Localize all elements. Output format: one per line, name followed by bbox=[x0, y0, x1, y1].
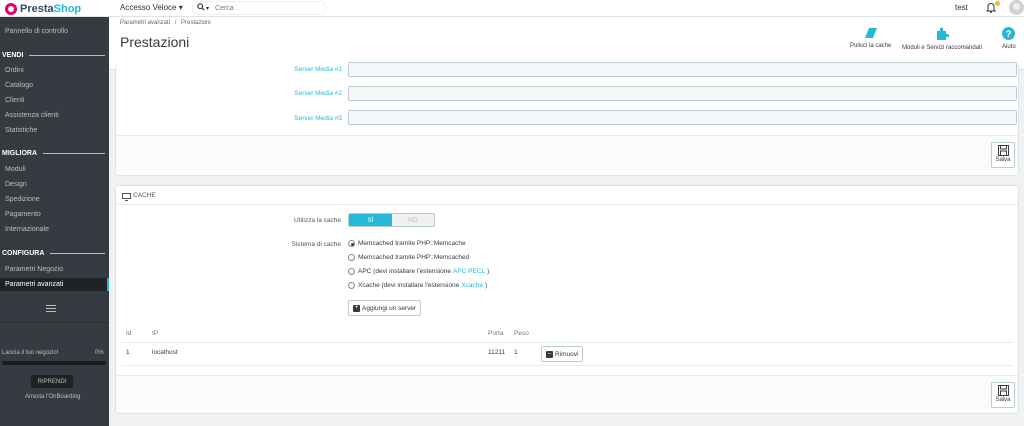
resume-onboarding-button[interactable]: RIPRENDI bbox=[31, 375, 73, 388]
media-server-1-label: Server Media #1 bbox=[294, 66, 342, 73]
media-server-2-input[interactable] bbox=[348, 86, 1017, 101]
add-server-button[interactable]: + Aggiungi un server bbox=[348, 300, 422, 316]
use-cache-label: Utilizza la cache bbox=[294, 217, 341, 224]
sidebar-item-international[interactable]: Internazionale bbox=[5, 226, 49, 233]
sidebar-item-shipping[interactable]: Spedizione bbox=[5, 196, 40, 203]
svg-text:?: ? bbox=[1006, 29, 1012, 39]
sidebar-item-stats[interactable]: Statistiche bbox=[5, 127, 37, 134]
save-icon bbox=[997, 145, 1009, 156]
clear-cache-button[interactable]: Pulisci la cache bbox=[850, 27, 891, 49]
column-header-weight: Peso bbox=[514, 330, 529, 337]
radio-button[interactable] bbox=[348, 282, 355, 289]
switch-on-option[interactable]: SÌ bbox=[349, 214, 392, 226]
puzzle-icon bbox=[937, 27, 950, 40]
sidebar-item-orders[interactable]: Ordini bbox=[5, 67, 24, 74]
help-icon: ? bbox=[1002, 27, 1016, 40]
onboarding-percent: 0% bbox=[95, 350, 104, 356]
radio-button[interactable] bbox=[348, 254, 355, 261]
breadcrumb: Parametri avanzati / Prestazioni bbox=[120, 20, 211, 26]
sidebar-item-shop-parameters[interactable]: Parametri Negozio bbox=[5, 266, 63, 273]
search-input[interactable] bbox=[215, 4, 316, 12]
breadcrumb-separator: / bbox=[174, 20, 177, 26]
avatar[interactable] bbox=[1009, 0, 1024, 15]
sidebar-section-sell: VENDI bbox=[0, 52, 109, 59]
table-cell-id: 1 bbox=[126, 349, 130, 356]
menu-collapse-icon[interactable] bbox=[46, 305, 56, 314]
search-icon[interactable] bbox=[197, 3, 205, 13]
search-box[interactable]: ▾ bbox=[192, 1, 326, 15]
media-server-1-input[interactable] bbox=[348, 62, 1017, 77]
stop-onboarding-link[interactable]: Arresta l'OnBoarding bbox=[25, 394, 81, 400]
sidebar-section-configure: CONFIGURA bbox=[0, 250, 109, 257]
eraser-icon bbox=[864, 28, 877, 38]
sidebar-section-improve: MIGLIORA bbox=[0, 150, 109, 157]
media-server-3-label: Server Media #3 bbox=[294, 115, 342, 122]
cache-option-memcache[interactable]: Memcached tramite PHP::Memcache bbox=[348, 240, 466, 247]
panel-footer: Salva bbox=[116, 135, 1018, 175]
table-cell-ip: localhost bbox=[152, 349, 178, 356]
prestashop-logo-icon bbox=[5, 2, 17, 15]
plus-icon: + bbox=[353, 304, 360, 312]
table-cell-port: 11211 bbox=[488, 349, 506, 356]
remove-server-button[interactable]: – Rimuovi bbox=[541, 346, 584, 362]
minus-icon: – bbox=[546, 350, 553, 358]
sidebar-item-customer-service[interactable]: Assistenza clienti bbox=[5, 112, 59, 119]
radio-button[interactable] bbox=[348, 268, 355, 275]
sidebar-item-design[interactable]: Design bbox=[5, 181, 27, 188]
media-server-3-input[interactable] bbox=[348, 110, 1017, 125]
cache-option-apc[interactable]: APC (devi installare l'estensione APC PE… bbox=[348, 268, 489, 275]
media-servers-panel: Server Media #1 Server Media #2 Server M… bbox=[115, 62, 1019, 176]
save-icon bbox=[997, 385, 1009, 396]
table-header-divider bbox=[121, 342, 1013, 343]
breadcrumb-current: Prestazioni bbox=[181, 20, 211, 26]
cache-save-button[interactable]: Salva bbox=[991, 382, 1015, 408]
table-cell-weight: 1 bbox=[514, 349, 518, 356]
chevron-down-icon[interactable]: ▾ bbox=[206, 5, 209, 12]
table-row-divider bbox=[121, 365, 1013, 366]
help-button[interactable]: ? Aiuto bbox=[1002, 27, 1016, 50]
radio-button[interactable] bbox=[348, 240, 355, 247]
desktop-icon bbox=[122, 192, 131, 201]
onboarding-label: Lancia il tuo negozio! bbox=[2, 350, 59, 356]
logo-text: PrestaShop bbox=[20, 2, 82, 15]
quick-access-dropdown[interactable]: Accesso Veloce ▾ bbox=[120, 3, 183, 12]
sidebar-item-dashboard[interactable]: Pannello di controllo bbox=[5, 28, 68, 35]
cache-panel-footer: Salva bbox=[116, 375, 1018, 413]
use-cache-switch[interactable]: SÌ NO bbox=[348, 213, 435, 227]
breadcrumb-parent[interactable]: Parametri avanzati bbox=[120, 20, 170, 26]
sidebar-item-advanced-parameters[interactable]: Parametri avanzati bbox=[5, 281, 63, 288]
page-title: Prestazioni bbox=[120, 34, 190, 50]
prestashop-logo[interactable]: PrestaShop bbox=[5, 2, 81, 15]
sidebar-item-catalog[interactable]: Catalogo bbox=[5, 82, 33, 89]
heading-divider bbox=[116, 204, 1018, 205]
sidebar-item-customers[interactable]: Clienti bbox=[5, 97, 24, 104]
switch-off-option[interactable]: NO bbox=[392, 214, 434, 226]
sidebar-item-payment[interactable]: Pagamento bbox=[5, 211, 41, 218]
cache-option-memcached[interactable]: Memcached tramite PHP::Memcached bbox=[348, 254, 469, 261]
column-header-ip: IP bbox=[152, 330, 159, 337]
column-header-port: Porta bbox=[488, 330, 504, 337]
top-bar: PrestaShop Accesso Veloce ▾ ▾ test bbox=[0, 0, 1024, 17]
onboarding-progress-bar bbox=[2, 361, 106, 365]
xcache-link[interactable]: Xcache bbox=[461, 282, 483, 289]
onboarding-box bbox=[0, 322, 109, 426]
user-name[interactable]: test bbox=[955, 3, 968, 12]
notification-badge bbox=[995, 1, 1000, 6]
column-header-id: Id bbox=[126, 330, 132, 337]
sidebar-item-modules[interactable]: Moduli bbox=[5, 166, 26, 173]
cache-option-xcache[interactable]: Xcache (devi installare l'estensione Xca… bbox=[348, 282, 487, 289]
save-button[interactable]: Salva bbox=[991, 142, 1015, 168]
media-server-2-label: Server Media #2 bbox=[294, 90, 342, 97]
apc-pecl-link[interactable]: APC PECL bbox=[453, 268, 485, 275]
cache-system-label: Sistema di cache bbox=[291, 241, 342, 248]
cache-panel-heading: CACHE bbox=[122, 192, 156, 201]
recommended-modules-button[interactable]: Moduli e Servizi raccomandati bbox=[902, 27, 982, 51]
